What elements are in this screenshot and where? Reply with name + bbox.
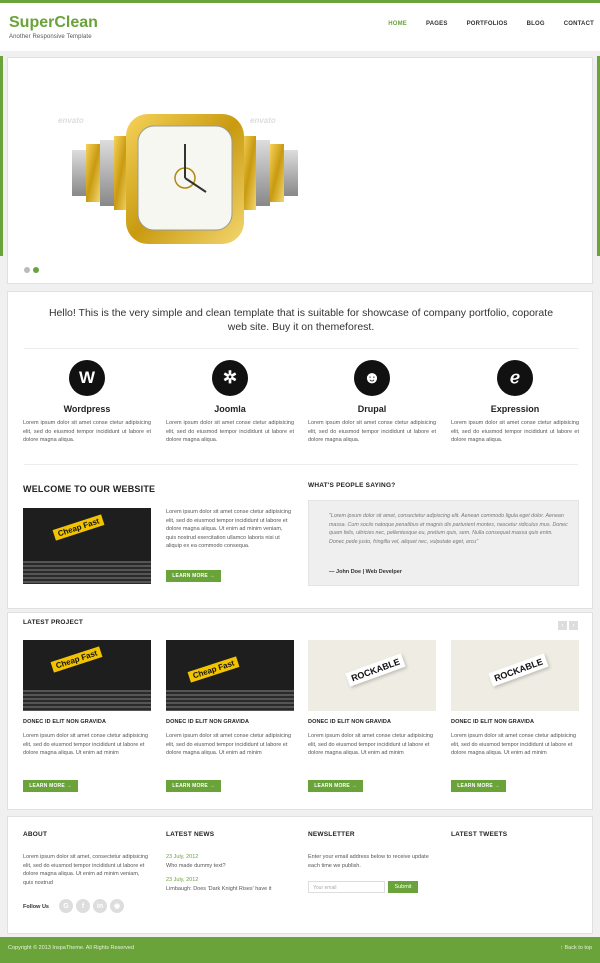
slider-dot-active[interactable] [33,267,39,273]
nav-home[interactable]: HOME [388,21,407,27]
back-to-top-link[interactable]: ↑ Back to top [560,945,592,951]
feature-title[interactable]: Joomla [166,404,294,414]
news-link[interactable]: Limbaugh: Does 'Dark Knight Rises' have … [166,885,271,894]
left-accent-bar [0,56,3,256]
project-image[interactable]: Cheap Fast [23,640,151,711]
main-nav: HOME PAGES PORTFOLIOS BLOG CONTACT [369,21,594,27]
next-arrow-icon[interactable]: › [569,621,578,630]
latest-tweets-heading: LATEST TWEETS [451,831,508,838]
newsletter-submit-button[interactable]: Submit [388,881,418,893]
facebook-icon[interactable]: f [76,899,90,913]
project-image-label: ROCKABLE [488,653,550,687]
footer-widgets: ABOUT Lorem ipsum dolor sit amet, consec… [7,816,593,934]
project-carousel-arrows: ‹ › [558,621,578,630]
site-header: SuperClean Another Responsive Template H… [0,3,600,51]
feature-title[interactable]: Drupal [308,404,436,414]
feature-text: Lorem ipsum dolor sit amet conse ctetur … [23,420,151,443]
project-text: Lorem ipsum dolor sit amet conse ctetur … [451,733,577,756]
project-text: Lorem ipsum dolor sit amet conse ctetur … [23,733,149,756]
project-text: Lorem ipsum dolor sit amet conse ctetur … [166,733,292,756]
latest-news-heading: LATEST NEWS [166,831,215,838]
welcome-heading: WELCOME TO OUR WEBSITE [23,484,156,494]
project-image-label: ROCKABLE [345,653,407,687]
project-learn-more-button[interactable]: LEARN MORE → [23,780,78,792]
project-text: Lorem ipsum dolor sit amet conse ctetur … [308,733,434,756]
feature-title[interactable]: Expression [451,404,579,414]
footer-bar: Copyright © 2013 InspaTheme. All Rights … [0,937,600,963]
project-learn-more-button[interactable]: LEARN MORE → [451,780,506,792]
nav-pages[interactable]: PAGES [426,21,448,27]
news-date: 23 July, 2012 [166,877,199,883]
news-date: 23 July, 2012 [166,854,199,860]
project-learn-more-button[interactable]: LEARN MORE → [308,780,363,792]
feature-text: Lorem ipsum dolor sit amet conse ctetur … [166,420,294,443]
joomla-icon: ✲ [212,360,248,396]
logo-tagline: Another Responsive Template [9,34,92,40]
watch-band-left [72,136,128,210]
project-image[interactable]: Cheap Fast [166,640,294,711]
project-title[interactable]: DONEC ID ELIT NON GRAVIDA [308,719,391,725]
drupal-icon: ☻ [354,360,390,396]
nav-contact[interactable]: CONTACT [564,21,594,27]
divider [24,348,578,349]
about-heading: ABOUT [23,831,48,838]
latest-project-heading: LATEST PROJECT [23,619,84,626]
divider [24,464,578,465]
project-image[interactable]: ROCKABLE [451,640,579,711]
newsletter-heading: NEWSLETTER [308,831,355,838]
testimonial-heading: WHAT'S PEOPLE SAYING? [308,482,396,489]
newsletter-email-input[interactable]: Your email [308,881,385,893]
about-text: Lorem ipsum dolor sit amet, consectetur … [23,854,149,886]
linkedin-icon[interactable]: in [93,899,107,913]
feature-expression: ℯ Expression Lorem ipsum dolor sit amet … [451,360,579,445]
feature-joomla: ✲ Joomla Lorem ipsum dolor sit amet cons… [166,360,294,445]
main-content: Hello! This is the very simple and clean… [7,291,593,609]
project-image[interactable]: ROCKABLE [308,640,436,711]
feature-text: Lorem ipsum dolor sit amet conse ctetur … [308,420,436,443]
project-image-label: Cheap Fast [50,646,103,673]
feature-drupal: ☻ Drupal Lorem ipsum dolor sit amet cons… [308,360,436,445]
nav-portfolios[interactable]: PORTFOLIOS [467,21,508,27]
feature-text: Lorem ipsum dolor sit amet conse ctetur … [451,420,579,443]
welcome-learn-more-button[interactable]: LEARN MORE → [166,570,221,582]
image-slider: envato envato [7,57,593,284]
rss-icon[interactable]: ◉ [110,899,124,913]
slider-dots [24,267,39,273]
prev-arrow-icon[interactable]: ‹ [558,621,567,630]
project-title[interactable]: DONEC ID ELIT NON GRAVIDA [23,719,106,725]
feature-wordpress: W Wordpress Lorem ipsum dolor sit amet c… [23,360,151,445]
testimonial-author: — John Doe | Web Develper [329,569,402,575]
social-links: G f in ◉ [59,899,124,913]
latest-projects: LATEST PROJECT ‹ › Cheap Fast DONEC ID E… [7,612,593,810]
watch-band-right [242,136,298,210]
welcome-image: Cheap Fast [23,508,151,584]
google-plus-icon[interactable]: G [59,899,73,913]
expression-engine-icon: ℯ [497,360,533,396]
testimonial-text: "Lorem ipsum dolor sit amet, consectetur… [329,513,568,545]
logo-title[interactable]: SuperClean [9,14,98,32]
project-title[interactable]: DONEC ID ELIT NON GRAVIDA [166,719,249,725]
welcome-text: Lorem ipsum dolor sit amet conse ctetur … [166,509,292,549]
feature-title[interactable]: Wordpress [23,404,151,414]
project-image-label: Cheap Fast [187,656,240,683]
project-title[interactable]: DONEC ID ELIT NON GRAVIDA [451,719,534,725]
copyright-text: Copyright © 2013 InspaTheme. All Rights … [8,945,135,951]
testimonial-box: "Lorem ipsum dolor sit amet, consectetur… [308,500,579,586]
nav-blog[interactable]: BLOG [527,21,545,27]
watch-image [72,114,298,244]
wordpress-icon: W [69,360,105,396]
follow-us-label: Follow Us [23,904,49,910]
newsletter-text: Enter your email address below to receiv… [308,854,429,869]
intro-text: Hello! This is the very simple and clean… [48,307,554,333]
slider-dot[interactable] [24,267,30,273]
project-learn-more-button[interactable]: LEARN MORE → [166,780,221,792]
welcome-image-label: Cheap Fast [52,514,105,541]
news-link[interactable]: Who made dummy text? [166,862,226,871]
